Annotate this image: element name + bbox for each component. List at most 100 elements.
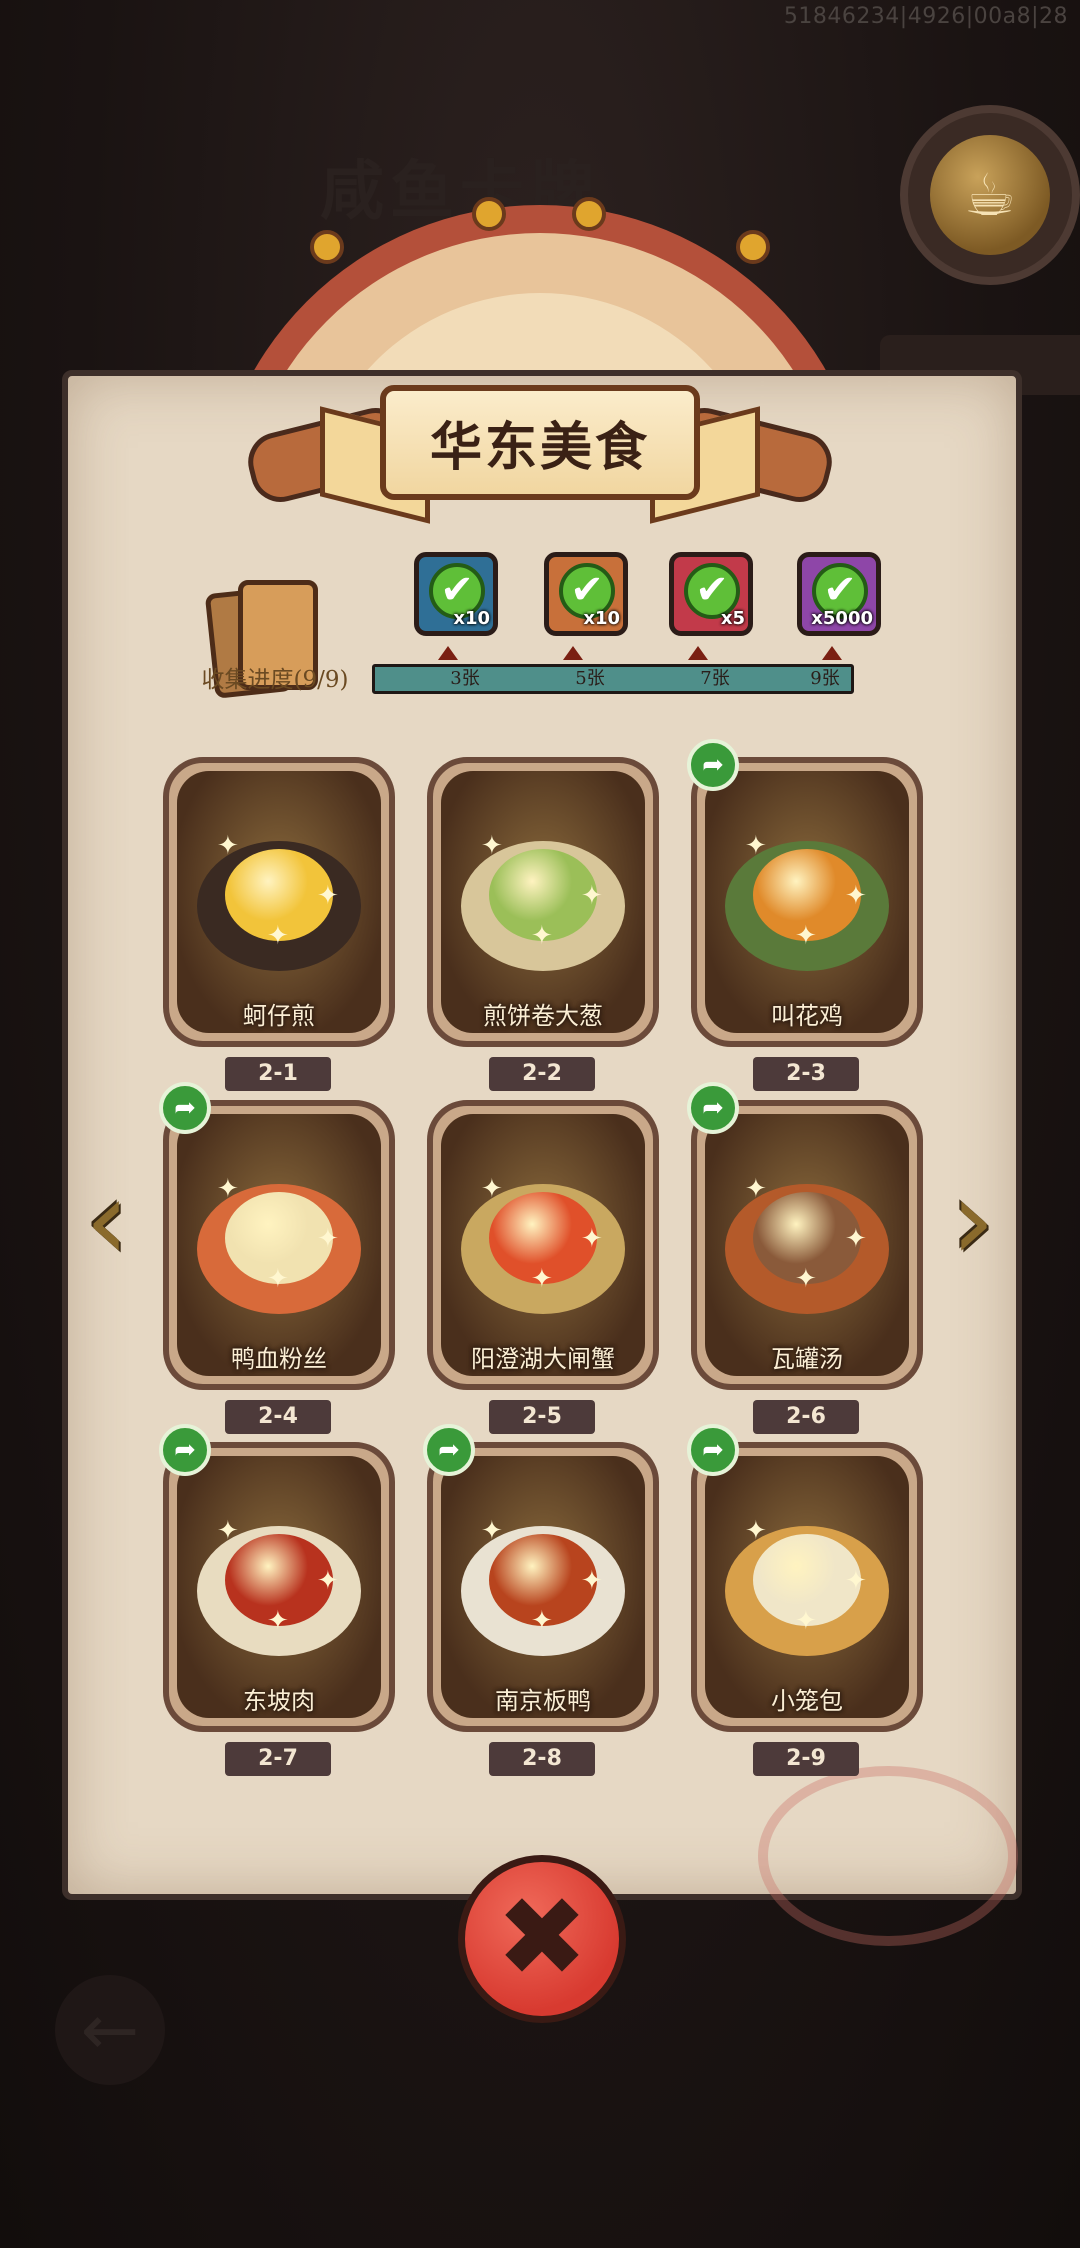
share-icon[interactable]: ➦: [159, 1424, 211, 1476]
page-title: 华东美食: [429, 417, 650, 478]
share-icon[interactable]: ➦: [423, 1424, 475, 1476]
reward-scroll[interactable]: ✔ x10: [544, 552, 628, 636]
sparkle-icon: ✦: [845, 1566, 867, 1596]
milestone-pointer: [438, 646, 458, 660]
dish-illustration: ✦ ✦ ✦: [441, 1456, 645, 1718]
sparkle-icon: ✦: [267, 921, 289, 951]
reward-count: x10: [453, 608, 490, 629]
left-arrow-icon: ←: [55, 1975, 165, 2085]
sparkle-icon: ✦: [795, 1606, 817, 1636]
dish-card[interactable]: ✦ ✦ ✦ 南京板鸭 2-8 ➦: [423, 1424, 659, 1776]
dish-illustration: ✦ ✦ ✦: [441, 1114, 645, 1376]
sparkle-icon: ✦: [217, 1516, 239, 1546]
dish-name: 叫花鸡: [771, 1002, 843, 1030]
reward-count: x5: [720, 608, 745, 629]
reward-gem[interactable]: ✔ x5000: [797, 552, 881, 636]
sparkle-icon: ✦: [217, 1174, 239, 1204]
dish-level-tag: 2-8: [489, 1742, 595, 1776]
sparkle-icon: ✦: [317, 1566, 339, 1596]
dish-card[interactable]: ✦ ✦ ✦ 鸭血粉丝 2-4 ➦: [159, 1082, 395, 1434]
reward-count: x10: [583, 608, 620, 629]
chevron-right-icon[interactable]: ›: [938, 1165, 1008, 1275]
sparkle-icon: ✦: [845, 881, 867, 911]
milestone-label: 3张: [450, 668, 480, 689]
dish-card[interactable]: ✦ ✦ ✦ 瓦罐汤 2-6 ➦: [687, 1082, 923, 1434]
share-icon[interactable]: ➦: [687, 1082, 739, 1134]
dish-name: 蚵仔煎: [243, 1002, 315, 1030]
collection-progress-bar: 3张 5张 7张 9张: [372, 664, 854, 694]
sparkle-icon: ✦: [745, 1174, 767, 1204]
dish-illustration: ✦ ✦ ✦: [441, 771, 645, 1033]
milestone-label: 7张: [700, 668, 730, 689]
sparkle-icon: ✦: [481, 1516, 503, 1546]
dish-level-tag: 2-6: [753, 1400, 859, 1434]
dish-name: 煎饼卷大葱: [483, 1002, 603, 1030]
stud-icon: [310, 230, 344, 264]
reward-orb[interactable]: ✔ x5: [669, 552, 753, 636]
dish-level-tag: 2-4: [225, 1400, 331, 1434]
dish-level-tag: 2-2: [489, 1057, 595, 1091]
dish-illustration: ✦ ✦ ✦: [177, 771, 381, 1033]
milestone-label: 5张: [575, 668, 605, 689]
sparkle-icon: ✦: [531, 921, 553, 951]
dish-card[interactable]: ✦ ✦ ✦ 煎饼卷大葱 2-2: [427, 757, 659, 1091]
dish-name: 阳澄湖大闸蟹: [471, 1345, 615, 1373]
title-banner: 华东美食: [380, 385, 700, 500]
dish-card[interactable]: ✦ ✦ ✦ 东坡肉 2-7 ➦: [159, 1424, 395, 1776]
coffee-cup-icon: ☕: [930, 135, 1050, 255]
sparkle-icon: ✦: [317, 881, 339, 911]
dish-name: 鸭血粉丝: [231, 1345, 327, 1373]
milestone-pointer: [688, 646, 708, 660]
dish-level-tag: 2-5: [489, 1400, 595, 1434]
dish-level-tag: 2-3: [753, 1057, 859, 1091]
sparkle-icon: ✦: [795, 921, 817, 951]
share-icon[interactable]: ➦: [159, 1082, 211, 1134]
dish-name: 小笼包: [771, 1687, 843, 1715]
share-icon[interactable]: ➦: [687, 739, 739, 791]
sparkle-icon: ✦: [745, 1516, 767, 1546]
dish-name: 瓦罐汤: [771, 1345, 843, 1373]
sparkle-icon: ✦: [581, 1224, 603, 1254]
stud-icon: [572, 197, 606, 231]
sparkle-icon: ✦: [581, 1566, 603, 1596]
stud-icon: [472, 197, 506, 231]
stamp-watermark: [758, 1766, 1018, 1946]
sparkle-icon: ✦: [481, 831, 503, 861]
sparkle-icon: ✦: [745, 831, 767, 861]
dish-card[interactable]: ✦ ✦ ✦ 阳澄湖大闸蟹 2-5: [427, 1100, 659, 1434]
reward-chest[interactable]: ✔ x10: [414, 552, 498, 636]
sparkle-icon: ✦: [795, 1264, 817, 1294]
sparkle-icon: ✦: [481, 1174, 503, 1204]
sparkle-icon: ✦: [267, 1264, 289, 1294]
coffee-button: ☕: [900, 105, 1080, 285]
dish-name: 南京板鸭: [495, 1687, 591, 1715]
share-icon[interactable]: ➦: [687, 1424, 739, 1476]
dish-name: 东坡肉: [243, 1687, 315, 1715]
sparkle-icon: ✦: [845, 1224, 867, 1254]
close-button[interactable]: ✖: [458, 1855, 626, 2023]
sparkle-icon: ✦: [317, 1224, 339, 1254]
reward-count: x5000: [811, 608, 873, 629]
sparkle-icon: ✦: [217, 831, 239, 861]
stud-icon: [736, 230, 770, 264]
sparkle-icon: ✦: [531, 1606, 553, 1636]
dish-level-tag: 2-1: [225, 1057, 331, 1091]
sparkle-icon: ✦: [581, 881, 603, 911]
milestone-label: 9张: [810, 668, 840, 689]
dish-illustration: ✦ ✦ ✦: [705, 1114, 909, 1376]
dish-level-tag: 2-9: [753, 1742, 859, 1776]
sparkle-icon: ✦: [267, 1606, 289, 1636]
dish-card[interactable]: ✦ ✦ ✦ 小笼包 2-9 ➦: [687, 1424, 923, 1776]
milestone-pointer: [563, 646, 583, 660]
debug-id-text: 51846234|4926|00a8|28: [783, 4, 1068, 29]
dish-illustration: ✦ ✦ ✦: [177, 1114, 381, 1376]
dish-illustration: ✦ ✦ ✦: [705, 771, 909, 1033]
dish-card[interactable]: ✦ ✦ ✦ 蚵仔煎 2-1: [163, 757, 395, 1091]
collection-progress-label: 收集进度(9/9): [201, 667, 349, 693]
sparkle-icon: ✦: [531, 1264, 553, 1294]
milestone-pointer: [822, 646, 842, 660]
chevron-left-icon[interactable]: ‹: [72, 1165, 142, 1275]
dish-illustration: ✦ ✦ ✦: [705, 1456, 909, 1718]
dish-card[interactable]: ✦ ✦ ✦ 叫花鸡 2-3 ➦: [687, 739, 923, 1091]
dish-level-tag: 2-7: [225, 1742, 331, 1776]
